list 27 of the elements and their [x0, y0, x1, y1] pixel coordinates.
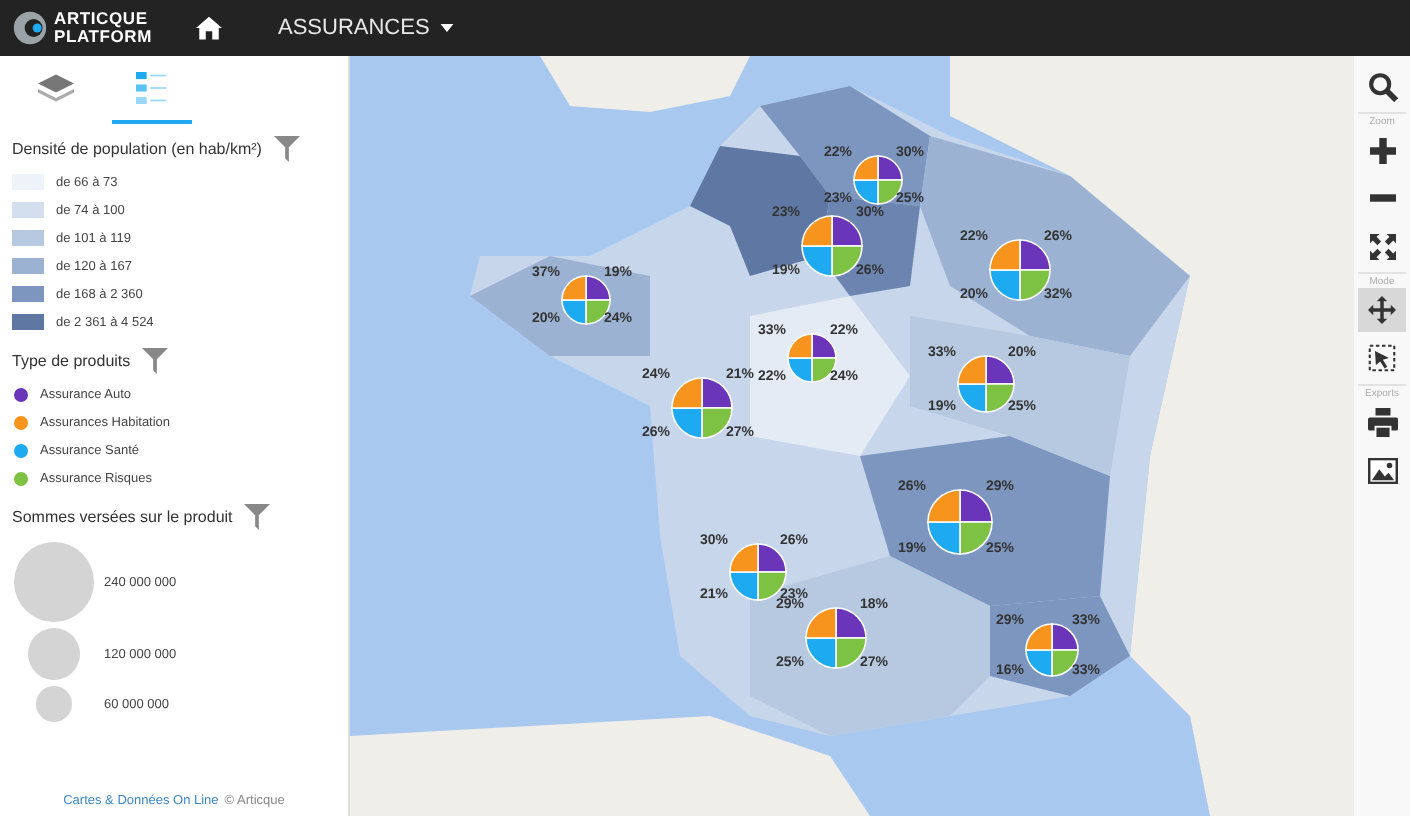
filter-icon[interactable] [142, 348, 169, 374]
logo-text: ARTICQUE [54, 10, 150, 28]
size-circle [28, 628, 80, 680]
search-icon [1367, 71, 1397, 101]
legend-title: Sommes versées sur le produit [12, 508, 233, 526]
size-circle [36, 686, 72, 722]
menu-dropdown[interactable]: ASSURANCES [277, 16, 454, 40]
fullscreen-icon [1369, 233, 1395, 259]
image-icon [1367, 457, 1397, 483]
legend-icon [136, 72, 168, 104]
legend-title: Densité de population (en hab/km²) [12, 140, 262, 158]
legend-title: Type de produits [12, 352, 131, 370]
logo-icon [12, 10, 48, 46]
logo-text: PLATFORM [54, 28, 152, 46]
selection-icon [1368, 344, 1396, 372]
home-icon[interactable] [195, 16, 222, 40]
filter-icon[interactable] [244, 504, 271, 530]
filter-icon[interactable] [273, 136, 300, 162]
pan-button[interactable] [1358, 288, 1406, 332]
caret-icon [439, 24, 454, 32]
printer-icon [1367, 407, 1397, 437]
layers-icon [38, 73, 74, 103]
minus-icon [1369, 194, 1395, 202]
move-icon [1368, 296, 1396, 324]
size-circle [14, 542, 94, 622]
region-shape[interactable] [750, 296, 910, 456]
plus-icon [1369, 137, 1395, 163]
